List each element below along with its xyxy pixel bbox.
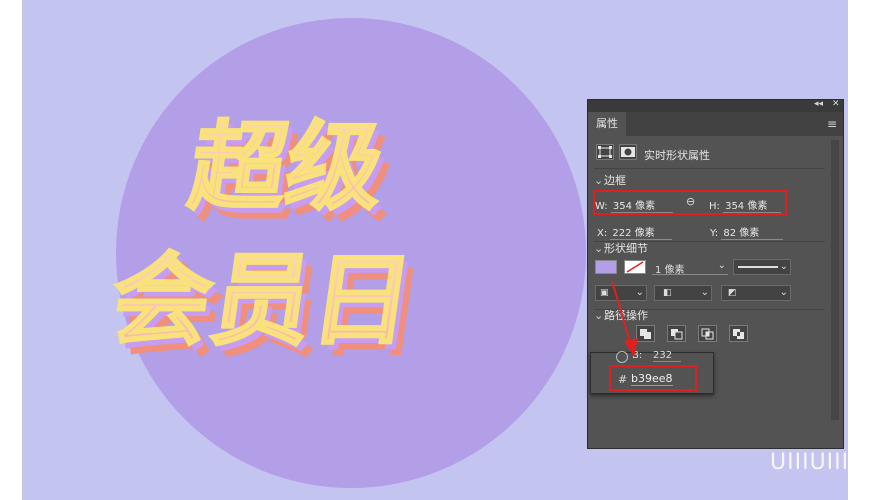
annotation-arrow [611, 280, 638, 357]
